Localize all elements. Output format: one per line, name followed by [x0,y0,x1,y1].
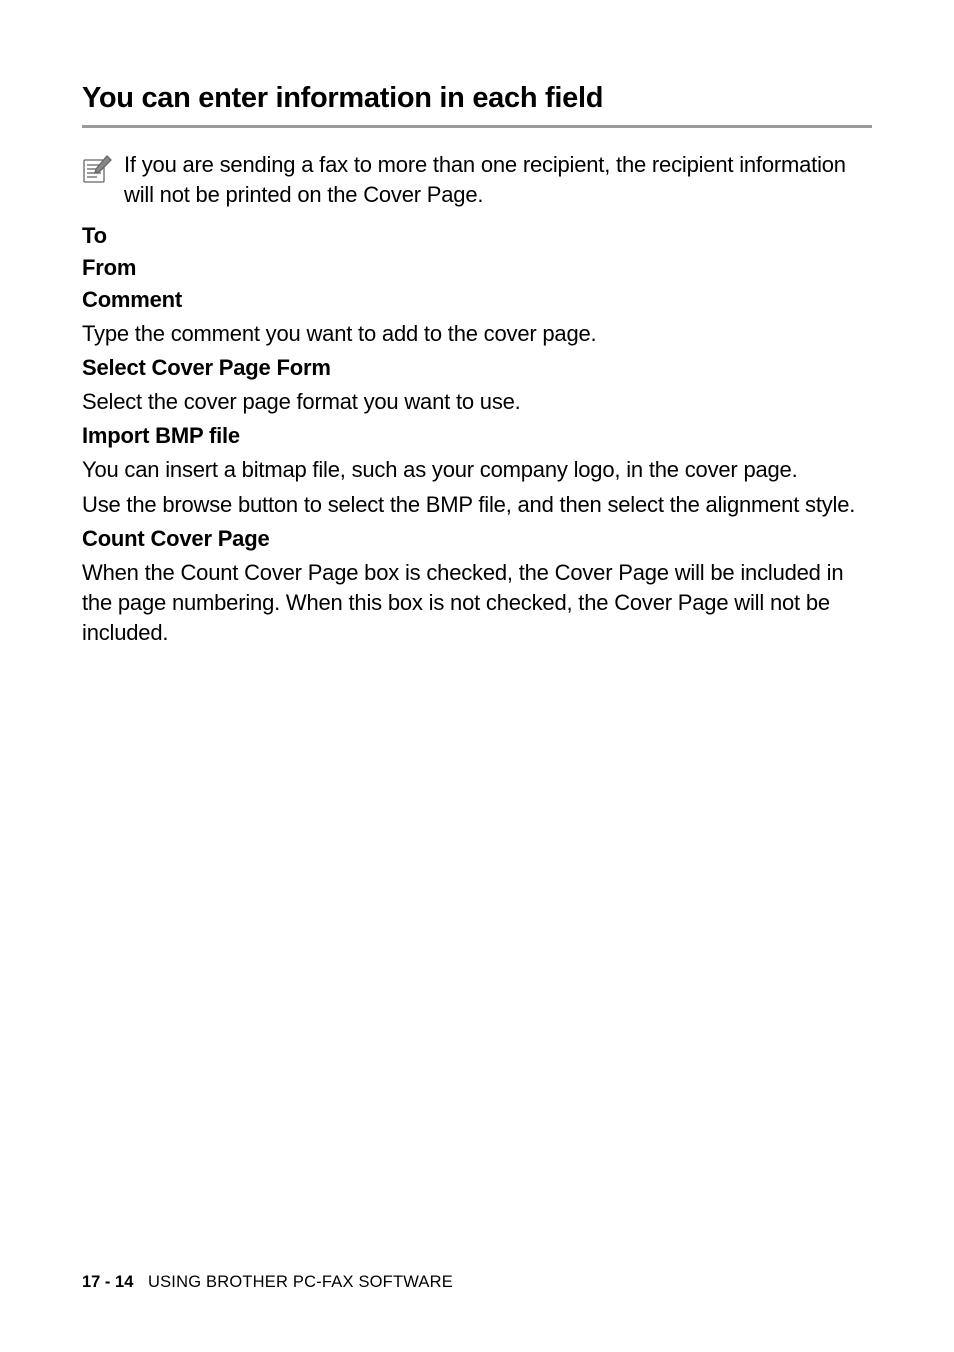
heading-count-cover: Count Cover Page [82,526,872,552]
heading-comment: Comment [82,287,872,313]
heading-from: From [82,255,872,281]
note-block: If you are sending a fax to more than on… [82,150,872,209]
footer: 17 - 14 USING BROTHER PC-FAX SOFTWARE [82,1273,453,1292]
note-pencil-icon [82,152,116,186]
page-title: You can enter information in each field [82,82,872,128]
footer-page-number: 17 - 14 [82,1273,133,1291]
body-import-bmp-2: Use the browse button to select the BMP … [82,490,872,520]
body-count-cover: When the Count Cover Page box is checked… [82,558,872,647]
body-comment: Type the comment you want to add to the … [82,319,872,349]
note-text: If you are sending a fax to more than on… [124,150,872,209]
body-import-bmp-1: You can insert a bitmap file, such as yo… [82,455,872,485]
heading-select-cover: Select Cover Page Form [82,355,872,381]
heading-import-bmp: Import BMP file [82,423,872,449]
heading-to: To [82,223,872,249]
footer-section-title: USING BROTHER PC-FAX SOFTWARE [148,1273,453,1291]
body-select-cover: Select the cover page format you want to… [82,387,872,417]
